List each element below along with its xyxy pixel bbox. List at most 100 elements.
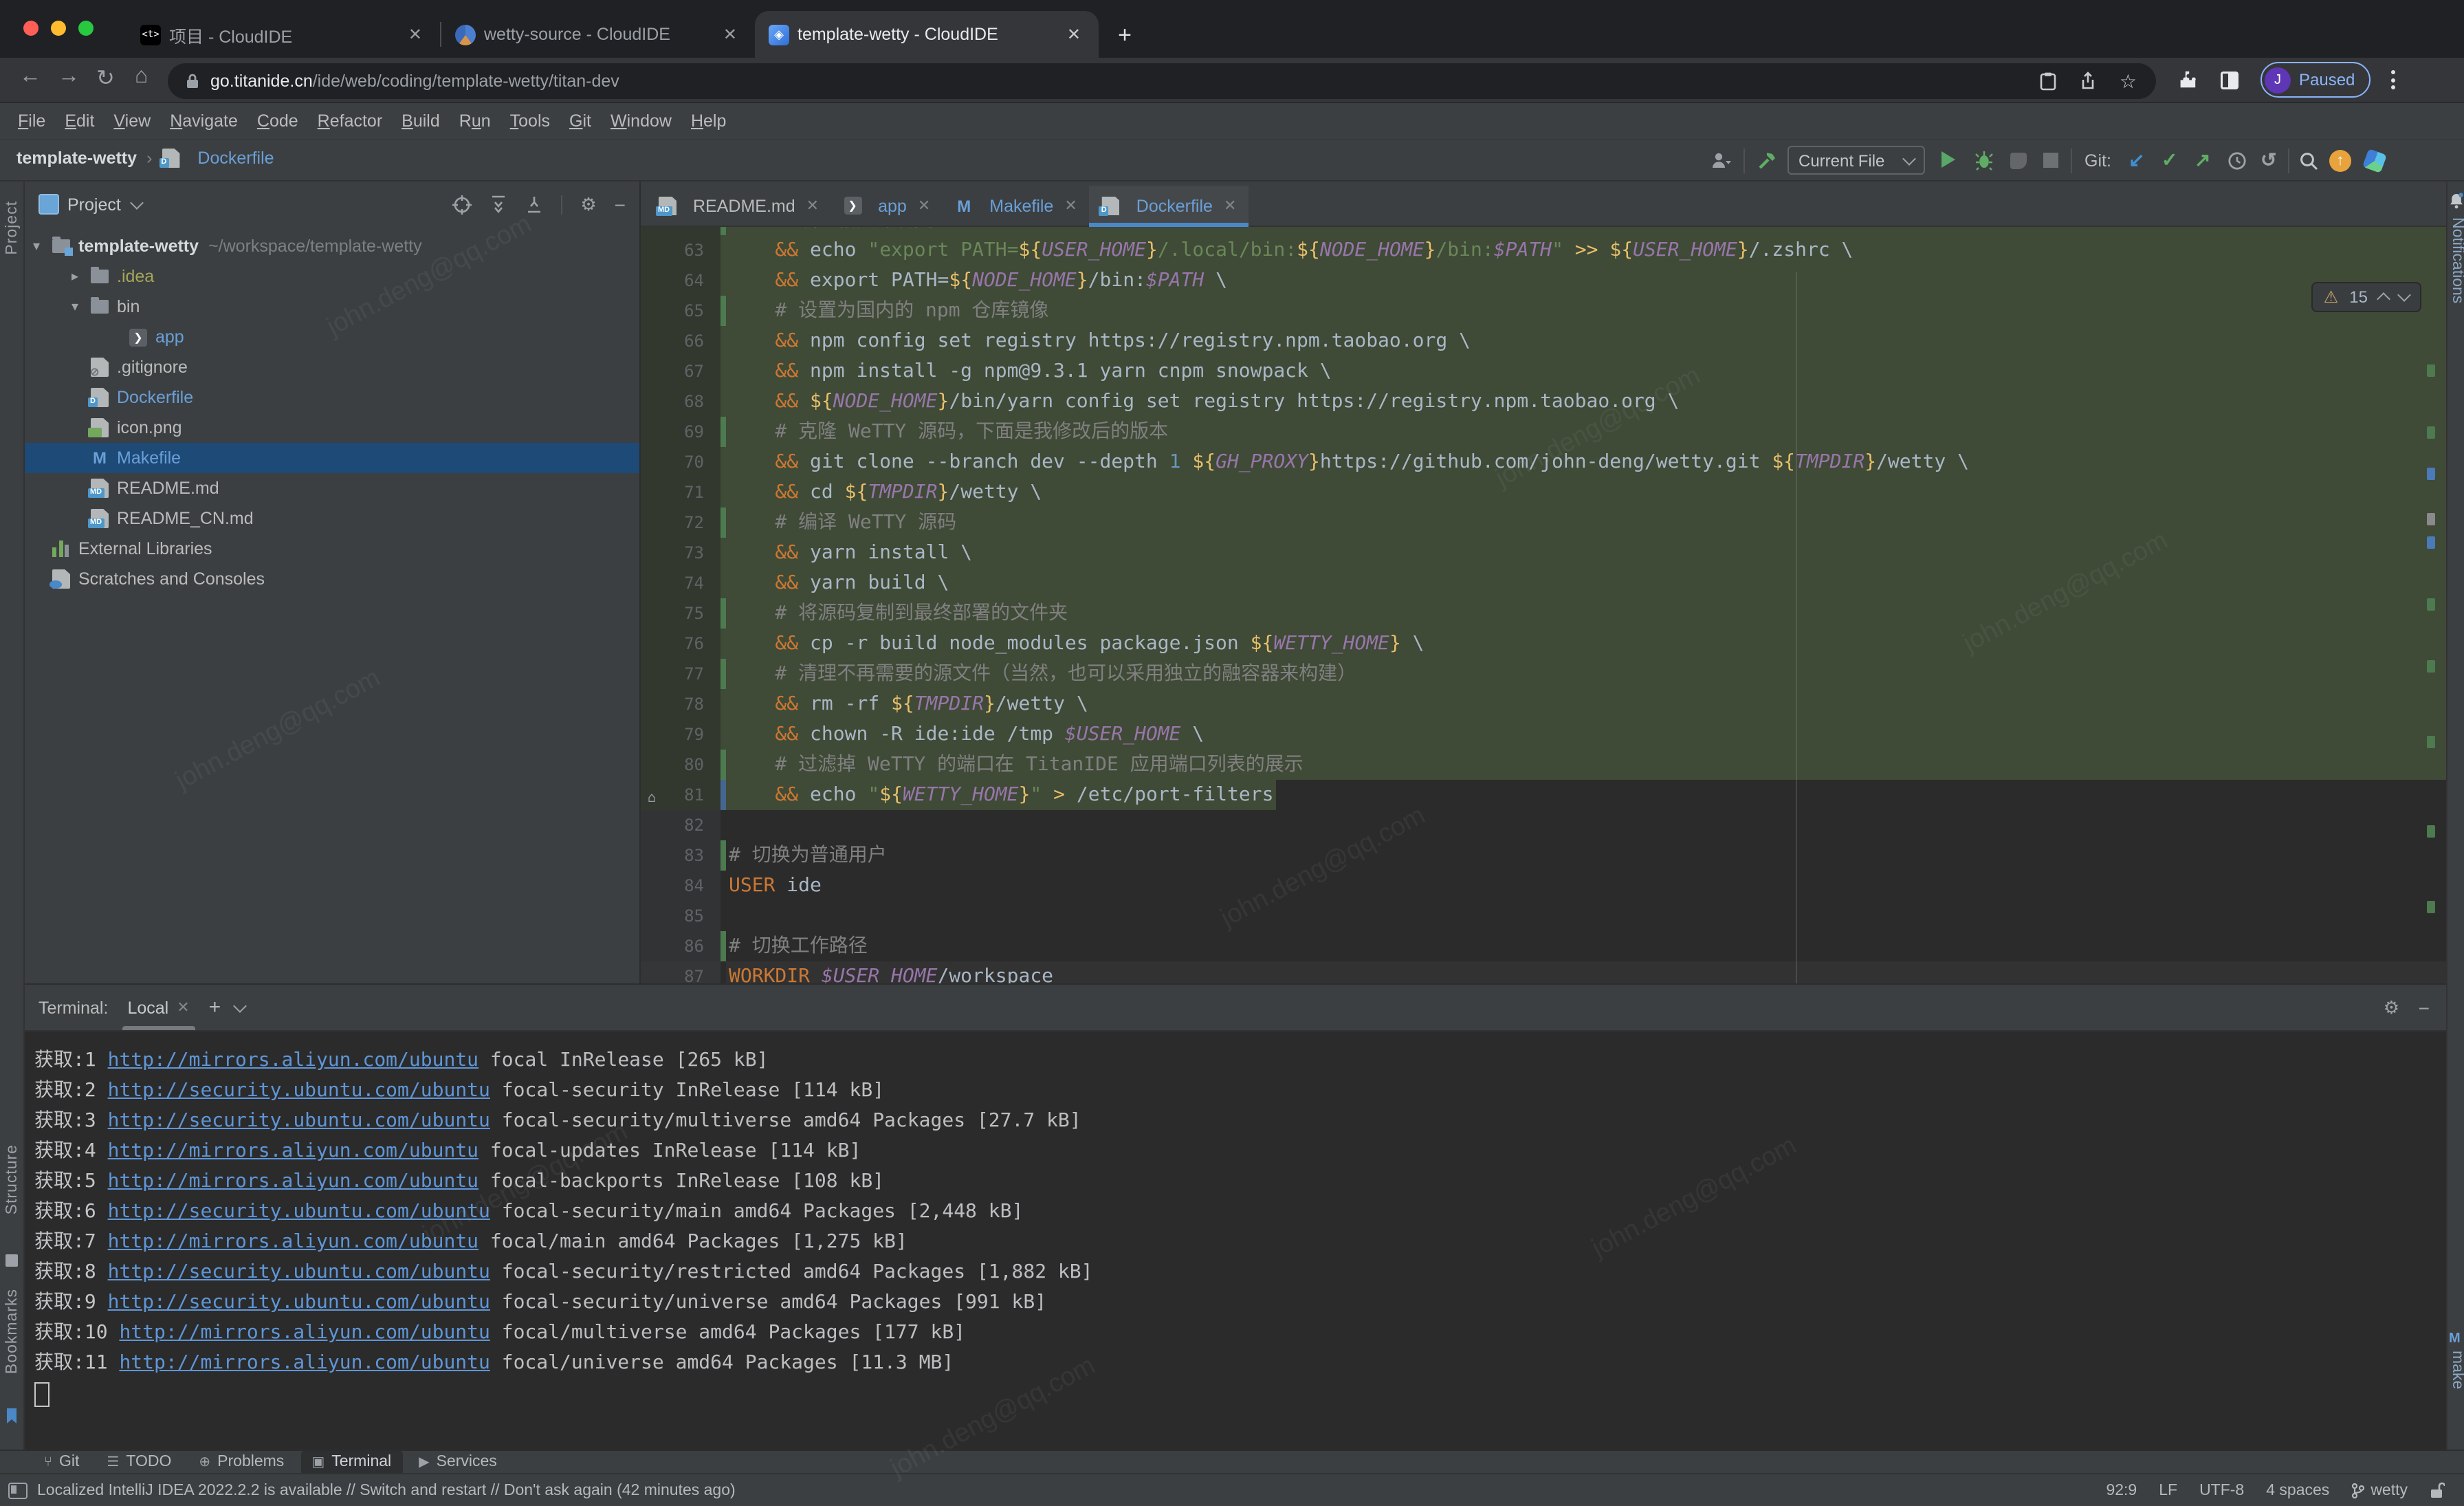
close-tab-icon[interactable]: ✕ xyxy=(1063,25,1085,44)
breadcrumb-file[interactable]: Dockerfile xyxy=(197,149,274,168)
tool-button-services[interactable]: ▶Services xyxy=(408,1450,508,1474)
terminal-minimize-icon[interactable]: − xyxy=(2419,996,2430,1018)
run-configuration-select[interactable]: Current File xyxy=(1788,146,1925,175)
tool-strip-structure[interactable]: Structure xyxy=(4,1144,21,1214)
code-line[interactable]: 79 && chown -R ide:ide /tmp $USER_HOME \ xyxy=(641,719,2446,750)
terminal-link[interactable]: http://mirrors.aliyun.com/ubuntu xyxy=(108,1049,478,1071)
browser-tab[interactable]: wetty-source - CloudIDE✕ xyxy=(441,11,755,58)
tree-item-bin[interactable]: ▾bin xyxy=(25,292,639,322)
menu-item-git[interactable]: Git xyxy=(560,111,601,131)
menu-item-refactor[interactable]: Refactor xyxy=(308,111,393,131)
clipboard-icon[interactable] xyxy=(2040,72,2058,91)
status-message[interactable]: Localized IntelliJ IDEA 2022.2.2 is avai… xyxy=(8,1482,736,1498)
code-line[interactable]: 82 xyxy=(641,810,2446,840)
code-line[interactable]: 77 # 清理不再需要的源文件（当然，也可以采用独立的融容器来构建） xyxy=(641,659,2446,689)
zoom-window-icon[interactable] xyxy=(78,21,94,36)
git-update-icon[interactable]: ↙ xyxy=(2128,149,2144,172)
notifications-bell-icon[interactable] xyxy=(2449,193,2464,209)
code-line[interactable]: 78 && rm -rf ${TMPDIR}/wetty \ xyxy=(641,689,2446,719)
bookmark-icon[interactable] xyxy=(6,1408,18,1423)
terminal-link[interactable]: http://mirrors.aliyun.com/ubuntu xyxy=(108,1170,478,1192)
terminal-link[interactable]: http://mirrors.aliyun.com/ubuntu xyxy=(119,1352,490,1374)
code-area[interactable]: 62 # 设置相关环境变量63 && echo "export PATH=${U… xyxy=(641,227,2446,983)
toolwindow-toggle-icon[interactable] xyxy=(8,1482,28,1498)
share-icon[interactable] xyxy=(2080,72,2098,91)
code-line[interactable]: 65 # 设置为国内的 npm 仓库镜像 xyxy=(641,296,2446,326)
terminal-dropdown-icon[interactable] xyxy=(232,998,246,1012)
menu-item-build[interactable]: Build xyxy=(392,111,450,131)
tree-item-template-wetty[interactable]: ▾template-wetty~/workspace/template-wett… xyxy=(25,231,639,261)
terminal-link[interactable]: http://security.ubuntu.com/ubuntu xyxy=(108,1110,490,1132)
project-panel-title[interactable]: Project xyxy=(67,195,121,214)
menu-item-file[interactable]: File xyxy=(8,111,55,131)
editor-tab-dockerfile[interactable]: DDockerfile✕ xyxy=(1090,186,1249,226)
code-line[interactable]: 63 && echo "export PATH=${USER_HOME}/.lo… xyxy=(641,235,2446,265)
coverage-icon[interactable] xyxy=(2010,153,2027,169)
breadcrumb-project[interactable]: template-wetty xyxy=(16,149,137,168)
bookmark-star-icon[interactable]: ☆ xyxy=(2120,69,2137,93)
tree-item--idea[interactable]: ▸.idea xyxy=(25,261,639,292)
history-clock-icon[interactable] xyxy=(2228,151,2247,171)
home-icon[interactable]: ⌂ xyxy=(135,65,148,89)
tool-strip-project[interactable]: Project xyxy=(4,201,21,255)
code-line[interactable]: 74 && yarn build \ xyxy=(641,568,2446,598)
back-icon[interactable]: ← xyxy=(19,65,41,89)
tool-strip-notifications[interactable]: Notifications xyxy=(2449,217,2464,303)
tree-chevron-icon[interactable]: ▾ xyxy=(33,239,52,254)
terminal-link[interactable]: http://security.ubuntu.com/ubuntu xyxy=(108,1080,490,1102)
code-line[interactable]: 72 # 编译 WeTTY 源码 xyxy=(641,508,2446,538)
code-line[interactable]: 84USER ide xyxy=(641,871,2446,901)
terminal-link[interactable]: http://mirrors.aliyun.com/ubuntu xyxy=(119,1322,490,1344)
browser-menu-icon[interactable] xyxy=(2390,70,2395,89)
tool-strip-make[interactable]: make xyxy=(2449,1351,2464,1389)
terminal-link[interactable]: http://security.ubuntu.com/ubuntu xyxy=(108,1291,490,1313)
close-icon[interactable]: ✕ xyxy=(177,998,189,1016)
rollback-icon[interactable]: ↺ xyxy=(2260,149,2276,172)
unlocked-padlock-icon[interactable] xyxy=(2430,1481,2445,1499)
code-line[interactable]: 69 # 克隆 WeTTY 源码，下面是我修改后的版本 xyxy=(641,417,2446,447)
tree-item-readme-cn-md[interactable]: MDREADME_CN.md xyxy=(25,503,639,534)
code-line[interactable]: 67 && npm install -g npm@9.3.1 yarn cnpm… xyxy=(641,356,2446,386)
tree-item-external-libraries[interactable]: External Libraries xyxy=(25,534,639,564)
search-icon[interactable] xyxy=(2299,151,2318,171)
code-line[interactable]: 86# 切换工作路径 xyxy=(641,931,2446,961)
breadcrumb[interactable]: template-wetty › D Dockerfile xyxy=(16,149,274,168)
extensions-icon[interactable] xyxy=(2178,69,2199,90)
tree-item-readme-md[interactable]: MDREADME.md xyxy=(25,473,639,503)
code-line[interactable]: 85 xyxy=(641,901,2446,931)
code-line[interactable]: 75 # 将源码复制到最终部署的文件夹 xyxy=(641,598,2446,629)
editor-tab-makefile[interactable]: MMakefile✕ xyxy=(943,186,1090,226)
code-line[interactable]: 68 && ${NODE_HOME}/bin/yarn config set r… xyxy=(641,386,2446,417)
terminal-settings-gear-icon[interactable]: ⚙ xyxy=(2384,996,2399,1018)
code-line[interactable]: 70 && git clone --branch dev --depth 1 $… xyxy=(641,447,2446,477)
git-branch-widget[interactable]: wetty xyxy=(2351,1482,2408,1498)
chevron-down-icon[interactable] xyxy=(130,195,144,209)
git-push-icon[interactable]: ↗ xyxy=(2194,149,2210,172)
reload-icon[interactable]: ↻ xyxy=(96,65,115,92)
menu-item-edit[interactable]: Edit xyxy=(55,111,104,131)
forward-icon[interactable]: → xyxy=(58,65,80,89)
profile-tool-icon[interactable] xyxy=(1710,150,1732,171)
file-encoding[interactable]: UTF-8 xyxy=(2199,1482,2244,1498)
ssl-lock-icon[interactable] xyxy=(186,73,199,89)
close-tab-icon[interactable]: ✕ xyxy=(1064,197,1077,215)
tool-button-todo[interactable]: ☰TODO xyxy=(96,1450,182,1474)
menu-item-navigate[interactable]: Navigate xyxy=(160,111,248,131)
tree-item-scratches-and-consoles[interactable]: Scratches and Consoles xyxy=(25,564,639,594)
close-tab-icon[interactable]: ✕ xyxy=(719,25,741,44)
close-tab-icon[interactable]: ✕ xyxy=(404,25,426,44)
terminal-cursor-line[interactable] xyxy=(34,1378,2446,1408)
indent-setting[interactable]: 4 spaces xyxy=(2266,1482,2329,1498)
tool-button-git[interactable]: ⑂Git xyxy=(33,1450,90,1474)
terminal-link[interactable]: http://mirrors.aliyun.com/ubuntu xyxy=(108,1140,478,1162)
status-message-text[interactable]: Localized IntelliJ IDEA 2022.2.2 is avai… xyxy=(37,1482,736,1498)
code-line[interactable]: 66 && npm config set registry https://re… xyxy=(641,326,2446,356)
terminal-tab-local[interactable]: Local ✕ xyxy=(122,985,195,1030)
run-button[interactable] xyxy=(1942,151,1955,168)
hide-panel-icon[interactable]: − xyxy=(615,193,626,215)
collapse-all-icon[interactable] xyxy=(525,195,543,214)
tree-item-icon-png[interactable]: icon.png xyxy=(25,413,639,443)
close-tab-icon[interactable]: ✕ xyxy=(918,197,930,215)
gear-icon[interactable]: ⚙ xyxy=(580,193,596,215)
browser-tab[interactable]: <t>项目 - CloudIDE✕ xyxy=(126,11,440,58)
